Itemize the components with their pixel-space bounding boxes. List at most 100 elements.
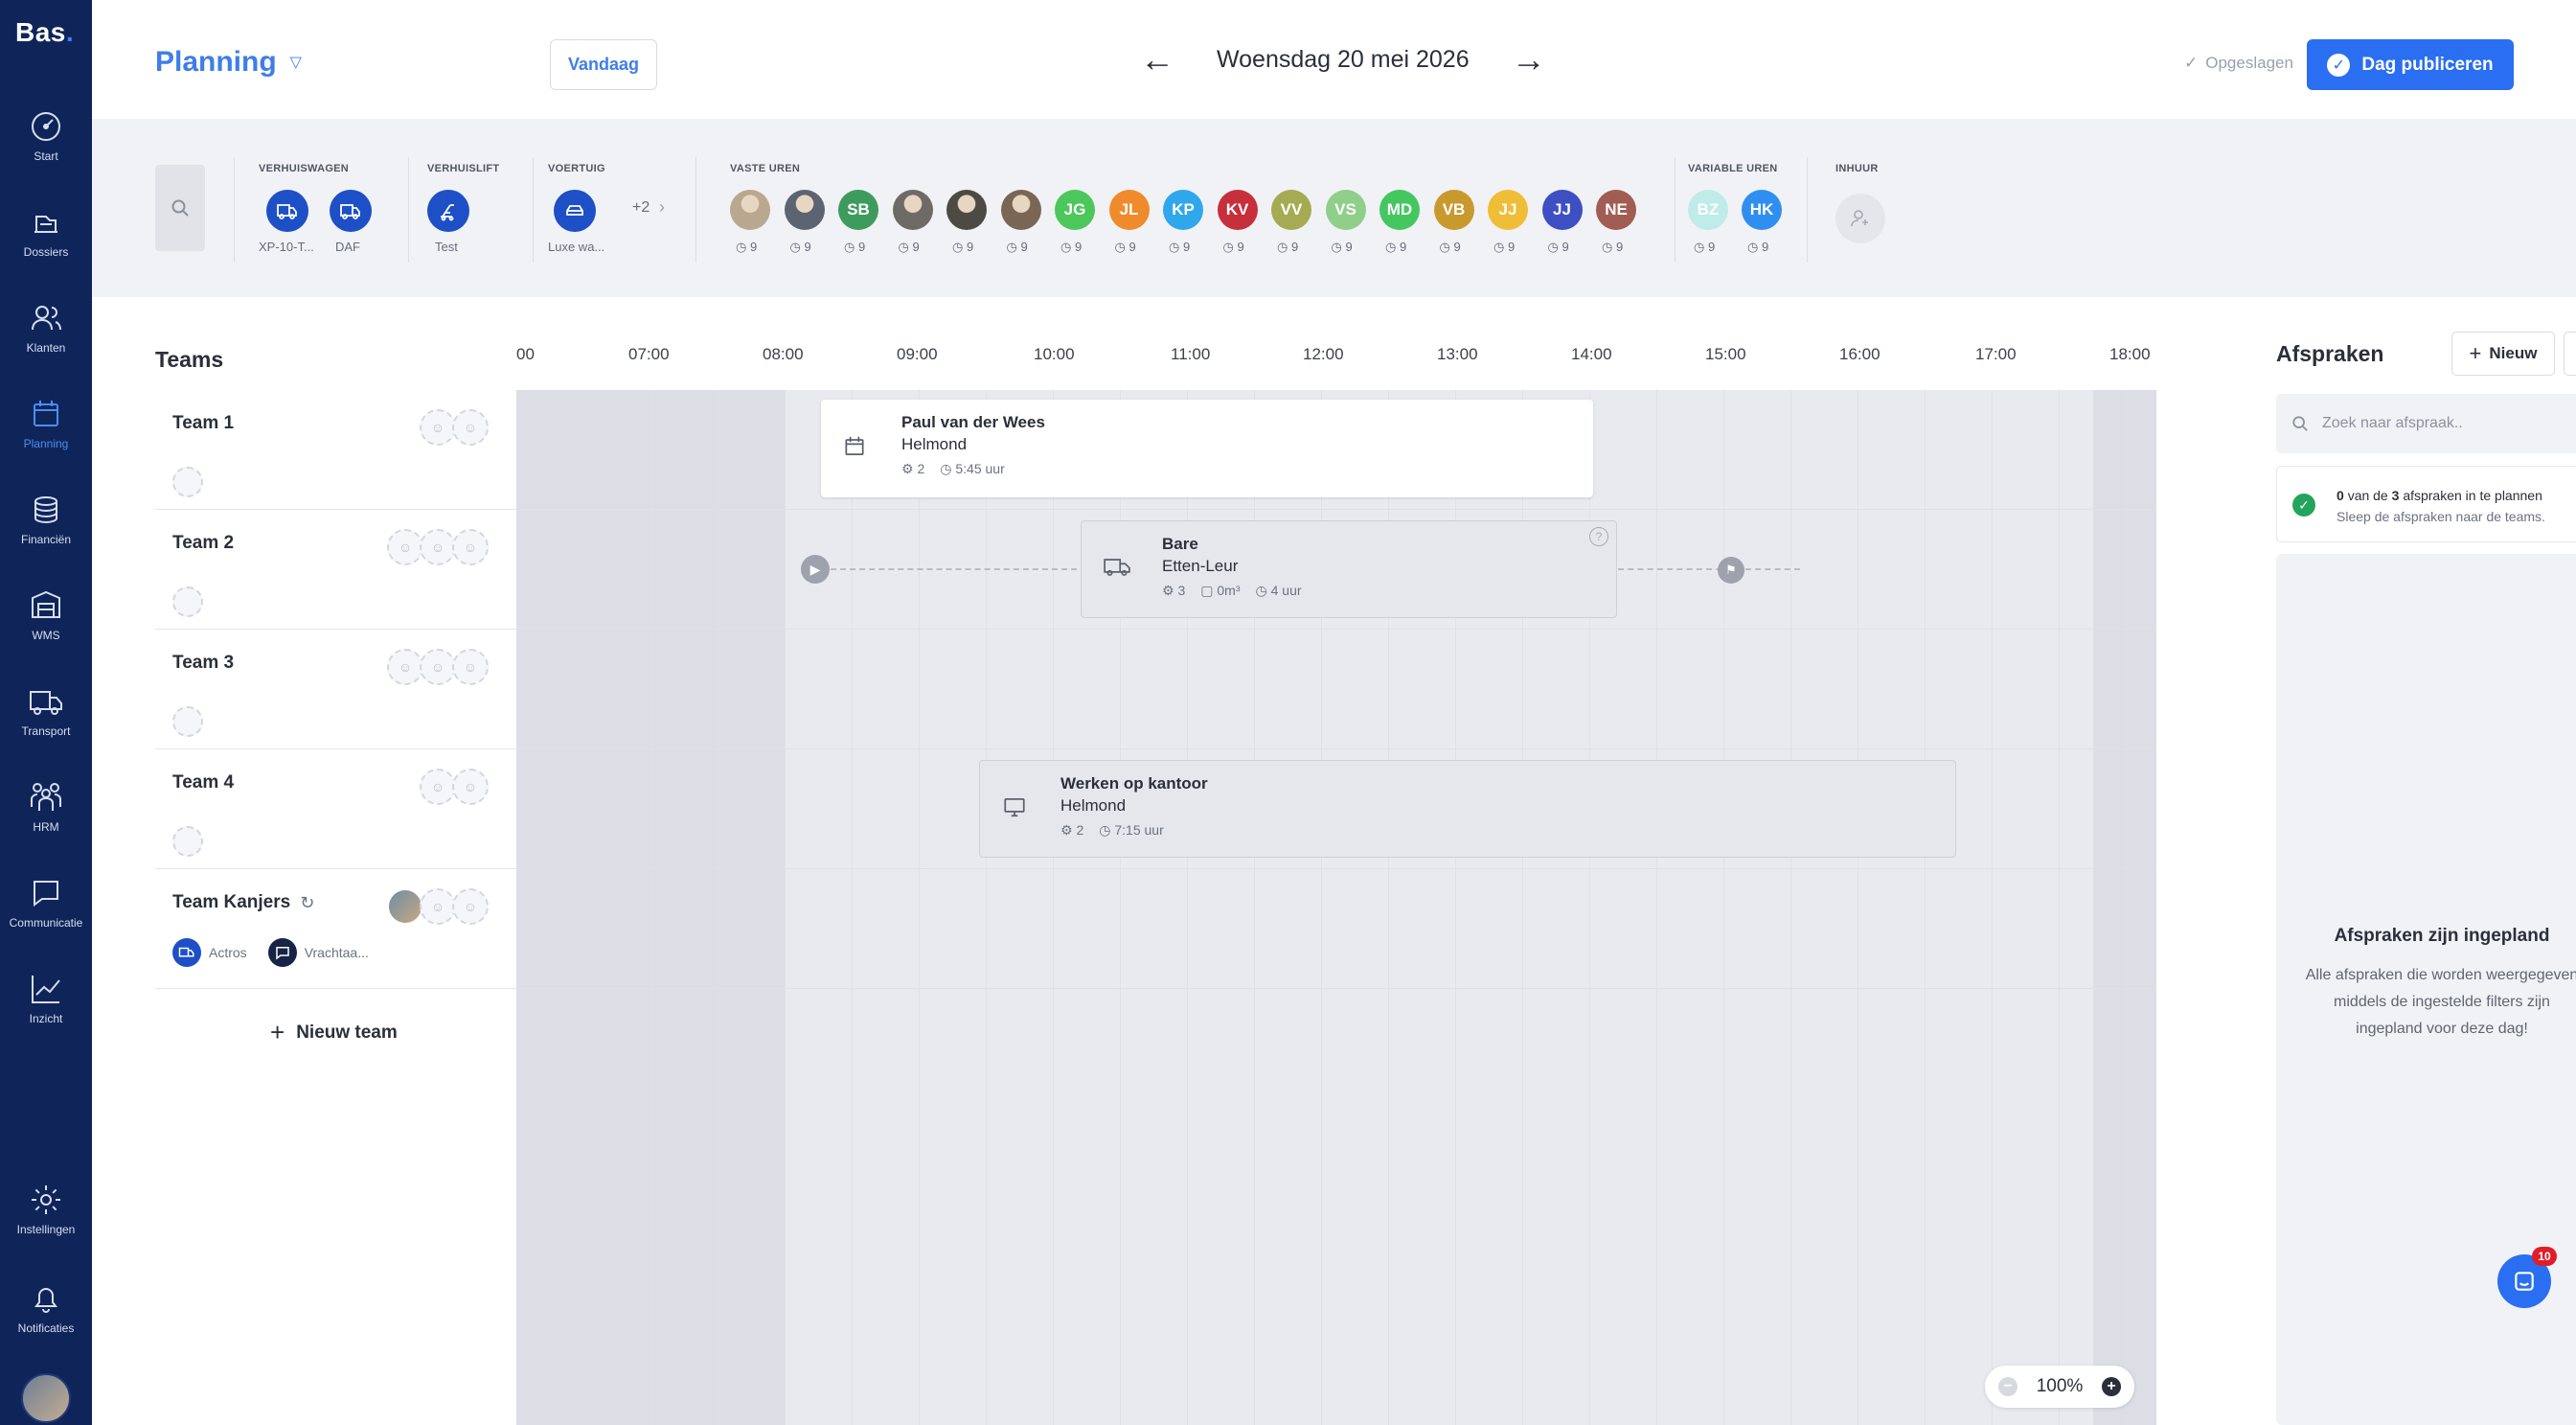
new-appointment-button[interactable]: + Nieuw — [2451, 332, 2555, 376]
staff-initials-avatar[interactable]: JJ — [1541, 190, 1583, 230]
add-hire-button[interactable] — [1835, 194, 1885, 243]
add-member-slot[interactable]: ☺ — [387, 649, 423, 685]
check-icon: ✓ — [2184, 54, 2199, 72]
zoom-out-button[interactable]: − — [1998, 1377, 2017, 1396]
row-divider — [516, 868, 2156, 869]
nav-item-wms[interactable]: WMS — [0, 575, 92, 667]
staff-initials-avatar[interactable]: KP — [1163, 190, 1203, 230]
add-vehicle-slot[interactable] — [172, 586, 203, 617]
nav-item-communicatie[interactable]: Communicatie — [0, 862, 92, 954]
staff-initials-avatar[interactable]: KV — [1217, 190, 1258, 230]
nav-item-transport[interactable]: Transport — [0, 671, 92, 763]
team-row[interactable]: Team Kanjers ↻ ☺ ☺ Actros Vrachtaa... — [155, 869, 517, 989]
add-member-slot[interactable]: ☺ — [420, 769, 456, 805]
add-member-slot[interactable]: ☺ — [452, 649, 489, 685]
team-row[interactable]: Team 1 ☺ ☺ — [155, 390, 517, 510]
add-member-slot[interactable]: ☺ — [420, 888, 456, 925]
new-appointment-label: Nieuw — [2489, 344, 2538, 362]
staff-initials-avatar[interactable]: JJ — [1488, 190, 1528, 230]
nav-item-inzicht[interactable]: Inzicht — [0, 958, 92, 1050]
vehicle-chip[interactable] — [330, 190, 372, 232]
staff-avatar[interactable] — [946, 190, 987, 230]
add-member-slot[interactable]: ☺ — [452, 409, 489, 446]
team-name: Team 2 — [172, 533, 235, 553]
flag-icon[interactable]: ⚑ — [1718, 557, 1744, 584]
resource-bar: VERHUISWAGEN XP-10-T... DAF VERHUISLIFT … — [92, 119, 2576, 297]
staff-initials-avatar[interactable]: BZ — [1688, 190, 1728, 230]
staff-avatar[interactable] — [1000, 190, 1041, 230]
time-tick: 15:00 — [1705, 345, 1746, 363]
help-icon[interactable]: ? — [1589, 527, 1608, 546]
more-vehicles[interactable]: +2 — [632, 199, 650, 217]
team-row[interactable]: Team 4 ☺ ☺ — [155, 749, 517, 869]
team-row[interactable]: Team 3 ☺ ☺ ☺ — [155, 630, 517, 749]
member-avatar[interactable] — [387, 888, 423, 925]
chevron-right-icon[interactable]: › — [659, 197, 665, 218]
truck-icon[interactable] — [172, 938, 201, 967]
zoom-in-button[interactable]: + — [2101, 1377, 2121, 1396]
appointment-title: Werken op kantoor — [1060, 774, 1208, 793]
appointment-search-input[interactable]: Zoek naar afspraak.. — [2276, 394, 2576, 453]
staff-initials-avatar[interactable]: JL — [1108, 190, 1150, 230]
app-logo[interactable]: Bas. — [15, 17, 74, 48]
staff-avatar[interactable] — [730, 190, 770, 230]
staff-initials-avatar[interactable]: SB — [838, 190, 878, 230]
chat-vehicle-icon[interactable] — [267, 938, 297, 967]
repeat-icon[interactable]: ↻ — [300, 893, 314, 913]
add-member-slot[interactable]: ☺ — [420, 529, 456, 565]
publish-day-button[interactable]: ✓ Dag publiceren — [2307, 39, 2514, 90]
nav-item-notificaties[interactable]: Notificaties — [0, 1268, 92, 1360]
nav-item-financien[interactable]: Financiën — [0, 479, 92, 571]
staff-initials-avatar[interactable]: NE — [1596, 190, 1636, 230]
lift-chip[interactable] — [427, 190, 469, 232]
staff-avatar[interactable] — [784, 190, 825, 230]
page-title-dropdown[interactable]: Planning ▽ — [155, 46, 302, 79]
add-member-slot[interactable]: ☺ — [452, 769, 489, 805]
add-member-slot[interactable]: ☺ — [452, 529, 489, 565]
add-member-slot[interactable]: ☺ — [387, 529, 423, 565]
user-avatar[interactable] — [21, 1373, 71, 1423]
hour-gridline — [785, 390, 786, 1425]
filter-button[interactable] — [2564, 332, 2576, 376]
staff-hours: ◷ 9 — [1114, 240, 1136, 254]
nav-item-klanten[interactable]: Klanten — [0, 287, 92, 379]
add-vehicle-slot[interactable] — [172, 467, 203, 497]
staff-initials-avatar[interactable]: VV — [1271, 190, 1311, 230]
arrow-left-icon[interactable]: ← — [1140, 42, 1174, 77]
today-button[interactable]: Vandaag — [550, 39, 657, 90]
add-vehicle-slot[interactable] — [172, 706, 203, 737]
timeline-grid[interactable]: ▶ ⚑ Paul van der Wees Helmond ⚙ 2 ◷ 5:45… — [516, 390, 2156, 1425]
nav-item-hrm[interactable]: HRM — [0, 767, 92, 859]
staff-initials-avatar[interactable]: VB — [1433, 190, 1474, 230]
arrow-right-icon[interactable]: → — [1512, 42, 1546, 77]
vehicle-chip[interactable] — [266, 190, 308, 232]
new-team-button[interactable]: + Nieuw team — [270, 1018, 398, 1047]
appointment-card[interactable]: Bare Etten-Leur ⚙ 3 ▢ 0m³ ◷ 4 uur ? — [1081, 520, 1617, 618]
time-tick: 17:00 — [1975, 345, 2017, 363]
add-user-icon — [1851, 210, 1868, 227]
staff-avatar[interactable] — [892, 190, 933, 230]
resource-search-button[interactable] — [155, 165, 205, 251]
hour-gridline — [852, 390, 853, 1425]
staff-initials-avatar[interactable]: MD — [1379, 190, 1420, 230]
support-chat-button[interactable]: 10 — [2497, 1247, 2557, 1308]
time-tick: 11:00 — [1171, 345, 1211, 363]
vehicle-chip[interactable] — [554, 190, 596, 232]
add-member-slot[interactable]: ☺ — [420, 649, 456, 685]
nav-item-dossiers[interactable]: Dossiers — [0, 192, 92, 284]
staff-initials-avatar[interactable]: VS — [1325, 190, 1366, 230]
nav-item-instellingen[interactable]: Instellingen — [0, 1169, 92, 1261]
time-tick: 13:00 — [1437, 345, 1478, 363]
add-member-slot[interactable]: ☺ — [452, 888, 489, 925]
nav-item-planning[interactable]: Planning — [0, 383, 92, 475]
staff-initials-avatar[interactable]: HK — [1742, 190, 1782, 230]
appointment-card[interactable]: Werken op kantoor Helmond ⚙ 2 ◷ 7:15 uur — [979, 760, 1956, 858]
nav-item-start[interactable]: Start — [0, 96, 92, 188]
play-icon[interactable]: ▶ — [801, 555, 830, 584]
staff-hours: ◷ 9 — [844, 240, 866, 254]
add-member-slot[interactable]: ☺ — [420, 409, 456, 446]
add-vehicle-slot[interactable] — [172, 826, 203, 857]
staff-initials-avatar[interactable]: JG — [1055, 190, 1095, 230]
appointment-card[interactable]: Paul van der Wees Helmond ⚙ 2 ◷ 5:45 uur — [821, 400, 1593, 497]
team-row[interactable]: Team 2 ☺ ☺ ☺ — [155, 510, 517, 630]
